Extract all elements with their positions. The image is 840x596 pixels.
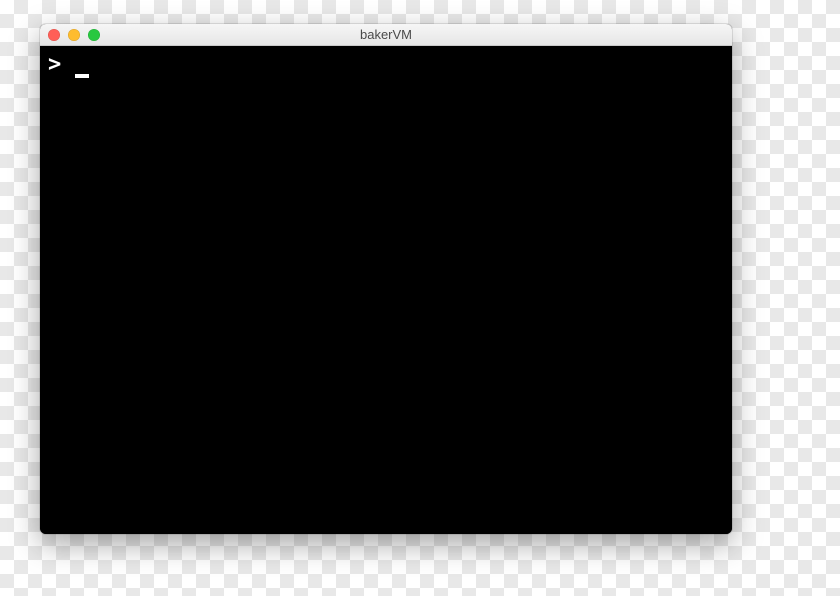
- prompt: >: [48, 52, 61, 78]
- minimize-button[interactable]: [68, 29, 80, 41]
- traffic-lights: [48, 29, 100, 41]
- terminal[interactable]: >: [40, 46, 732, 534]
- maximize-button[interactable]: [88, 29, 100, 41]
- close-button[interactable]: [48, 29, 60, 41]
- app-window: bakerVM >: [40, 24, 732, 534]
- cursor-icon: [75, 74, 89, 78]
- window-title: bakerVM: [40, 24, 732, 46]
- titlebar[interactable]: bakerVM: [40, 24, 732, 46]
